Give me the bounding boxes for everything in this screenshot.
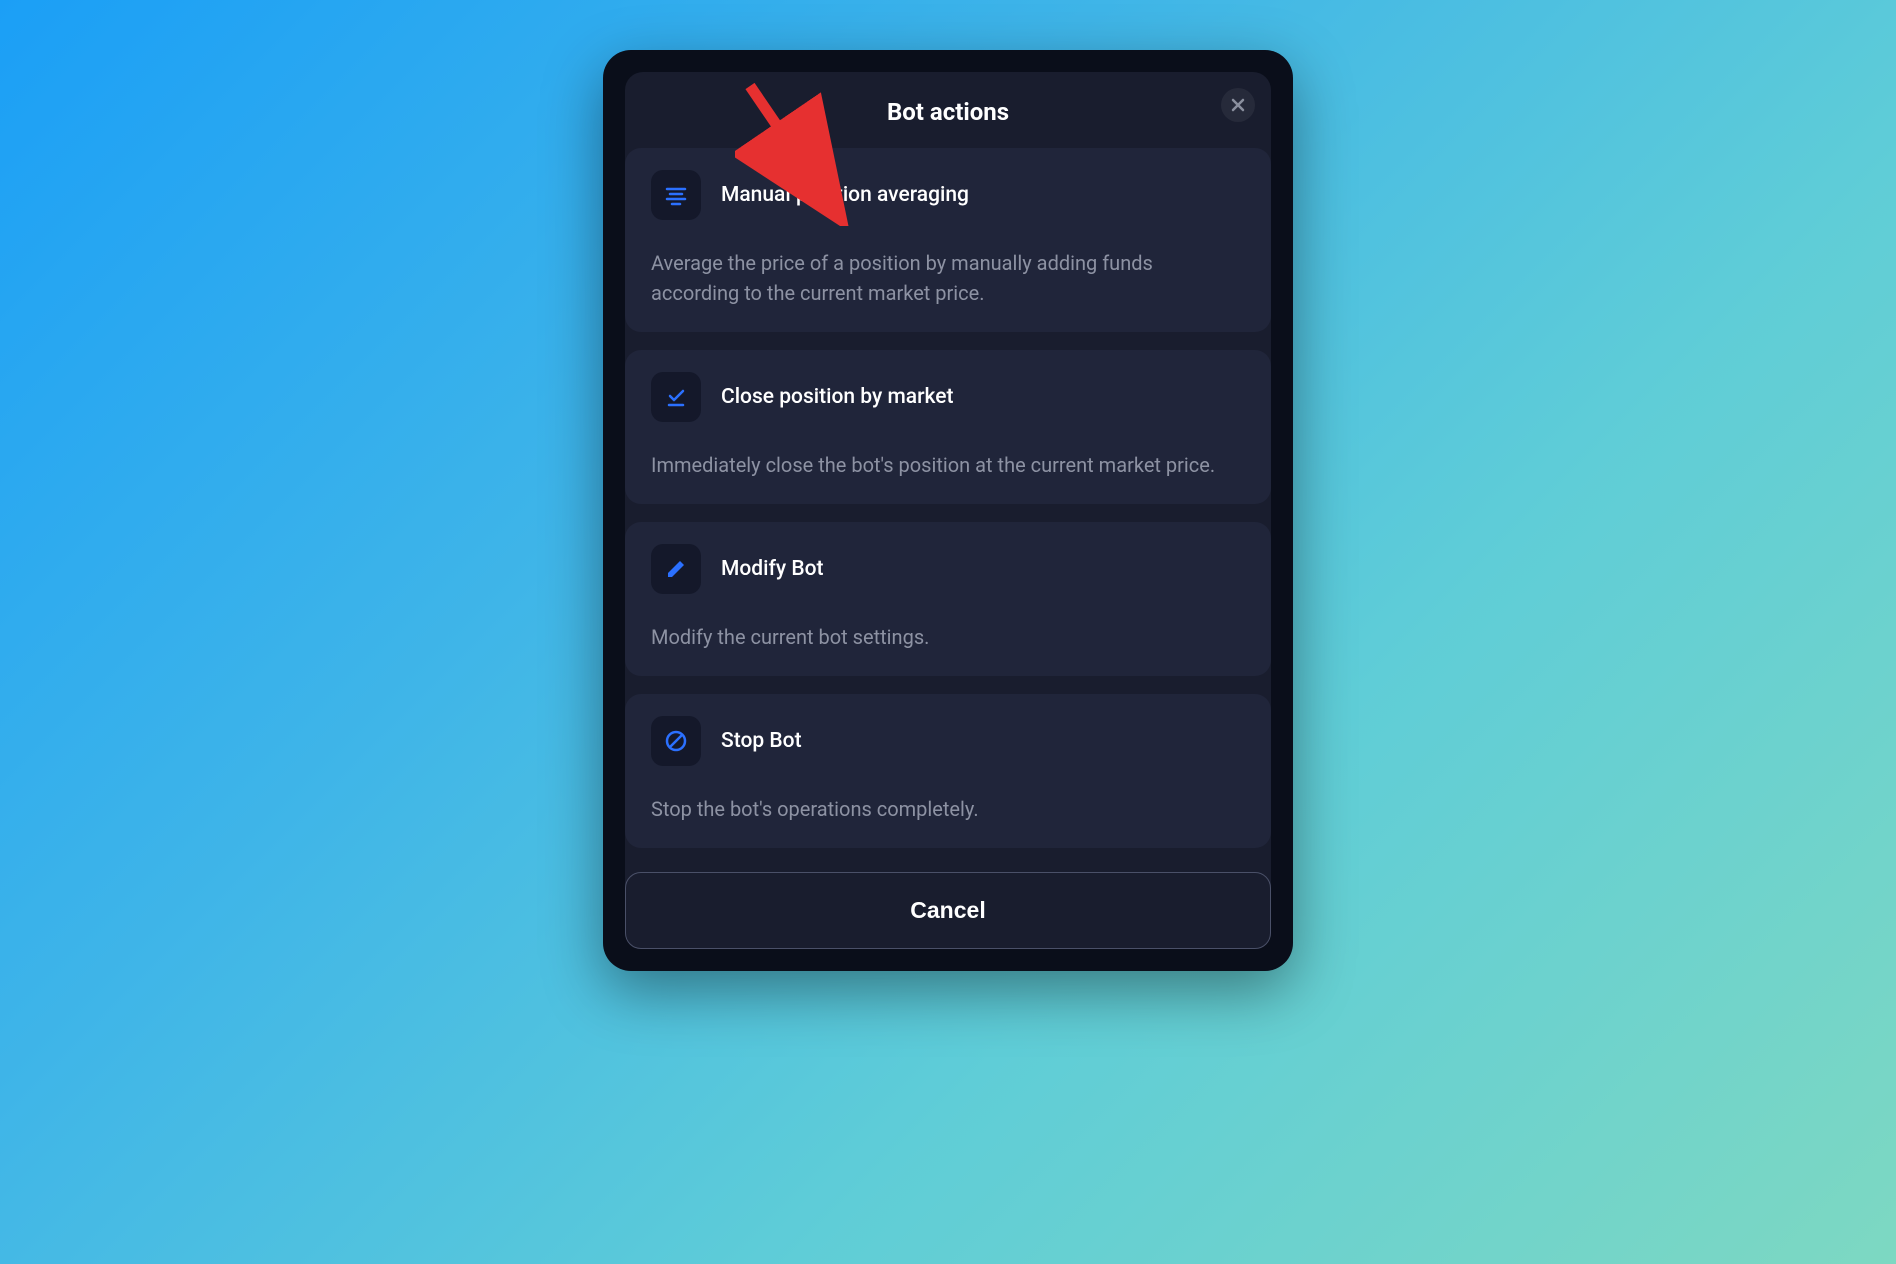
action-stop-bot[interactable]: Stop Bot Stop the bot's operations compl…: [625, 694, 1271, 848]
action-title: Manual position averaging: [721, 183, 969, 207]
action-header: Modify Bot: [651, 544, 1245, 594]
action-header: Close position by market: [651, 372, 1245, 422]
check-underline-icon: [651, 372, 701, 422]
action-title: Stop Bot: [721, 729, 802, 753]
action-header: Stop Bot: [651, 716, 1245, 766]
modal-title: Bot actions: [887, 98, 1009, 126]
modal-header: Bot actions: [625, 72, 1271, 148]
action-title: Modify Bot: [721, 557, 824, 581]
pencil-icon: [651, 544, 701, 594]
actions-list: Manual position averaging Average the pr…: [625, 148, 1271, 949]
action-title: Close position by market: [721, 385, 954, 409]
action-description: Stop the bot's operations completely.: [651, 794, 1245, 824]
action-manual-position-averaging[interactable]: Manual position averaging Average the pr…: [625, 148, 1271, 332]
cancel-button[interactable]: Cancel: [625, 872, 1271, 949]
action-modify-bot[interactable]: Modify Bot Modify the current bot settin…: [625, 522, 1271, 676]
action-description: Modify the current bot settings.: [651, 622, 1245, 652]
modal-inner: Bot actions: [625, 72, 1271, 949]
action-description: Average the price of a position by manua…: [651, 248, 1245, 308]
action-description: Immediately close the bot's position at …: [651, 450, 1245, 480]
close-button[interactable]: [1221, 88, 1255, 122]
action-close-position-by-market[interactable]: Close position by market Immediately clo…: [625, 350, 1271, 504]
prohibit-icon: [651, 716, 701, 766]
lines-center-icon: [651, 170, 701, 220]
bot-actions-modal: Bot actions: [603, 50, 1293, 971]
action-header: Manual position averaging: [651, 170, 1245, 220]
close-icon: [1231, 98, 1245, 112]
